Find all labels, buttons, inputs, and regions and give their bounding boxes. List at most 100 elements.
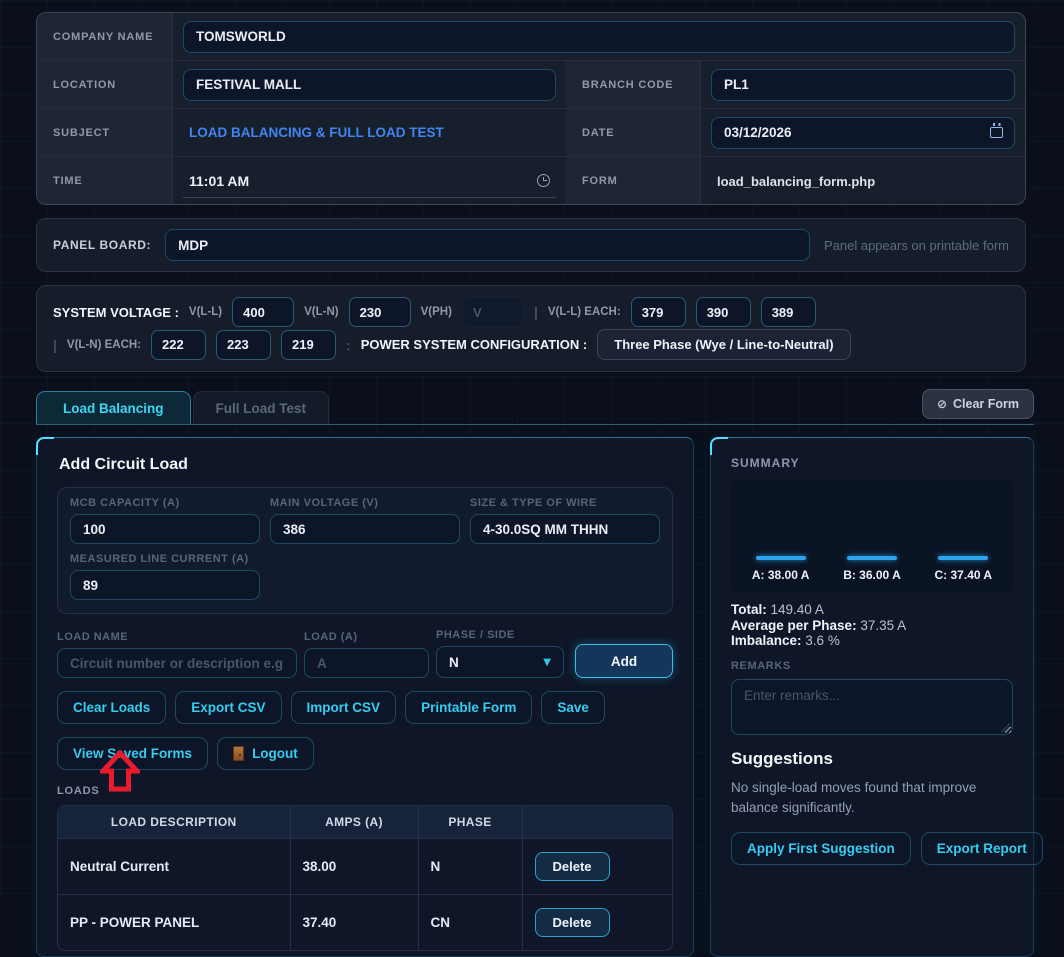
phase-a-bar [756,556,806,560]
company-name-label: COMPANY NAME [53,31,153,43]
vln-input[interactable] [349,297,411,327]
remarks-label: REMARKS [731,660,1033,672]
vph-label: V(PH) [421,306,452,318]
form-value: load_balancing_form.php [711,174,875,189]
panel-board-card: PANEL BOARD: Panel appears on printable … [36,218,1026,272]
vll-each-input-3[interactable] [761,297,816,327]
phase-cell: CN [418,895,522,951]
divider: | [534,304,538,320]
load-name-label: LOAD NAME [57,631,297,643]
time-label: TIME [53,175,82,187]
imbalance-label: Imbalance: [731,633,802,648]
phase-c-bar [938,556,988,560]
vln-each-input-3[interactable] [281,330,336,360]
power-config-label: POWER SYSTEM CONFIGURATION : [361,337,588,352]
summary-card: SUMMARY A: 38.00 A B: 36.00 A C: 37.40 A… [710,437,1034,957]
measured-current-label: MEASURED LINE CURRENT (A) [70,553,260,565]
export-csv-button[interactable]: Export CSV [175,691,281,724]
phase-side-value: N [449,655,459,670]
divider: | [53,337,57,353]
time-value: 11:01 AM [189,173,249,189]
col-amps: AMPS (A) [290,806,418,839]
form-label: FORM [582,175,618,187]
wire-type-label: SIZE & TYPE OF WIRE [470,497,660,509]
total-label: Total: [731,602,767,617]
clear-form-button[interactable]: ⊘ Clear Form [922,389,1034,419]
vll-label: V(L-L) [189,306,222,318]
tab-load-balancing[interactable]: Load Balancing [36,391,191,424]
measured-current-input[interactable] [70,570,260,600]
amps-cell: 38.00 [290,839,418,895]
phase-a-label: A: 38.00 A [752,568,810,582]
tab-full-load-test[interactable]: Full Load Test [193,391,330,424]
table-header-row: LOAD DESCRIPTION AMPS (A) PHASE [58,806,672,839]
system-voltage-card: SYSTEM VOLTAGE : V(L-L) V(L-N) V(PH) | V… [36,285,1026,372]
vln-each-label: V(L-N) EACH: [67,339,141,351]
vll-each-input-1[interactable] [631,297,686,327]
power-config-select[interactable]: Three Phase (Wye / Line-to-Neutral) [597,329,850,360]
table-row: Neutral Current 38.00 N Delete [58,839,672,895]
phase-b-label: B: 36.00 A [843,568,901,582]
calendar-icon[interactable] [990,127,1003,138]
time-input[interactable]: 11:01 AM [183,164,556,198]
clear-loads-button[interactable]: Clear Loads [57,691,166,724]
main-voltage-label: MAIN VOLTAGE (V) [270,497,460,509]
printable-form-button[interactable]: Printable Form [405,691,532,724]
clear-form-label: Clear Form [953,397,1019,411]
mcb-capacity-input[interactable] [70,514,260,544]
vll-each-input-2[interactable] [696,297,751,327]
phase-side-label: PHASE / SIDE [436,629,564,641]
average-value: 37.35 A [860,618,906,633]
wire-type-input[interactable] [470,514,660,544]
circle-slash-icon: ⊘ [937,397,947,411]
view-saved-forms-button[interactable]: View Saved Forms [57,737,208,770]
col-phase: PHASE [418,806,522,839]
vln-each-input-2[interactable] [216,330,271,360]
load-description-cell: PP - POWER PANEL [58,895,290,951]
location-input[interactable] [183,69,556,101]
col-load-description: LOAD DESCRIPTION [58,806,290,839]
load-amps-label: LOAD (A) [304,631,429,643]
load-name-input[interactable] [57,648,297,678]
add-circuit-card: Add Circuit Load MCB CAPACITY (A) MAIN V… [36,437,694,957]
loads-section-label: LOADS [57,785,693,797]
main-voltage-input[interactable] [270,514,460,544]
branch-code-label: BRANCH CODE [582,79,673,91]
import-csv-button[interactable]: Import CSV [291,691,397,724]
total-value: 149.40 A [771,602,824,617]
logout-button[interactable]: Logout [217,737,314,770]
header-info-card: COMPANY NAME LOCATION BRANCH CODE SUBJEC… [36,12,1026,205]
add-circuit-title: Add Circuit Load [59,456,693,474]
vln-each-input-1[interactable] [151,330,206,360]
save-button[interactable]: Save [541,691,605,724]
phase-c-bar-group: C: 37.40 A [935,556,993,582]
panel-board-input[interactable] [165,229,810,261]
phase-side-select[interactable]: N ▼ [436,646,564,678]
vll-each-label: V(L-L) EACH: [548,306,621,318]
export-report-button[interactable]: Export Report [921,832,1043,865]
add-button[interactable]: Add [575,644,673,678]
delete-button[interactable]: Delete [535,852,610,881]
branch-code-input[interactable] [711,69,1015,101]
suggestions-title: Suggestions [731,749,1033,769]
phase-c-label: C: 37.40 A [935,568,993,582]
phase-bar-chart: A: 38.00 A B: 36.00 A C: 37.40 A [731,479,1013,593]
summary-title: SUMMARY [731,456,1033,470]
clock-icon[interactable] [537,174,550,187]
load-amps-input[interactable] [304,648,429,678]
average-label: Average per Phase: [731,618,857,633]
delete-button[interactable]: Delete [535,908,610,937]
mcb-capacity-label: MCB CAPACITY (A) [70,497,260,509]
vln-label: V(L-N) [304,306,339,318]
col-actions [522,806,672,839]
apply-first-suggestion-button[interactable]: Apply First Suggestion [731,832,911,865]
remarks-textarea[interactable] [731,679,1013,735]
vll-input[interactable] [232,297,294,327]
panel-board-hint: Panel appears on printable form [824,238,1009,253]
loads-table: LOAD DESCRIPTION AMPS (A) PHASE Neutral … [57,805,673,951]
date-label: DATE [582,127,614,139]
company-name-input[interactable] [183,21,1015,53]
vph-input [462,297,524,327]
date-input[interactable] [711,117,1015,149]
door-icon [233,746,244,761]
